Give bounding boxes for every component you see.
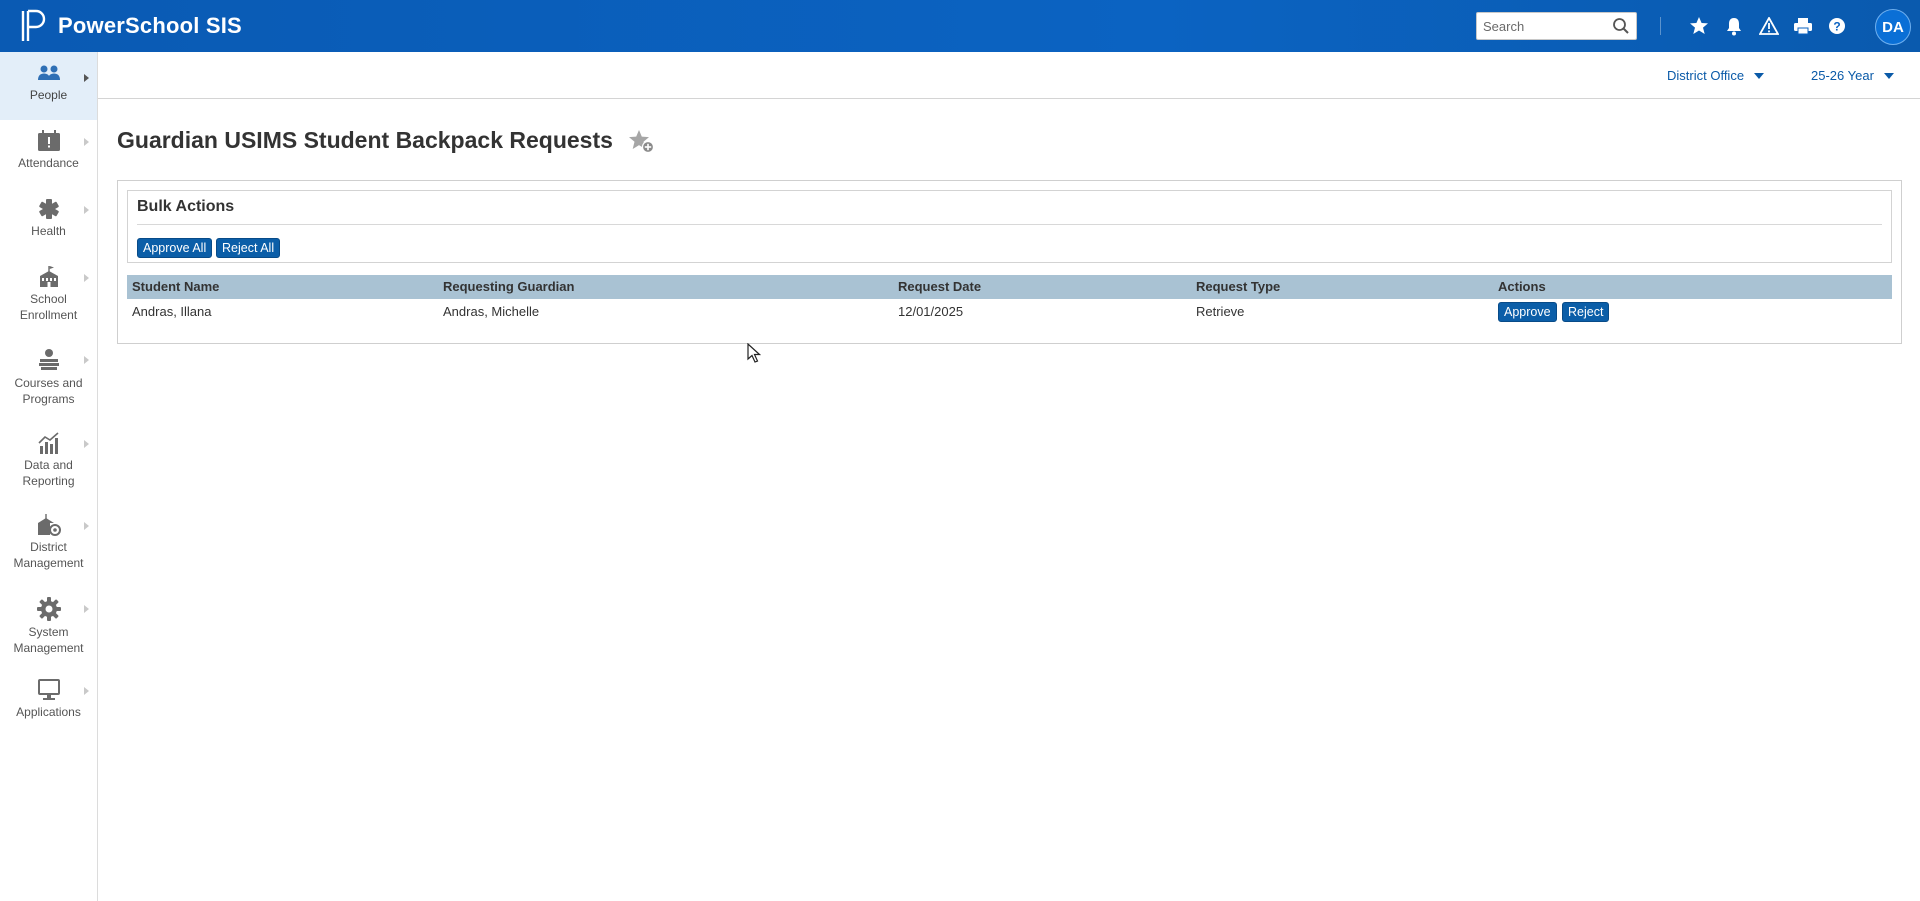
- courses-icon: [38, 349, 59, 370]
- approve-button[interactable]: Approve: [1498, 302, 1557, 322]
- column-header-request-date[interactable]: Request Date: [898, 279, 981, 294]
- column-header-request-type[interactable]: Request Type: [1196, 279, 1280, 294]
- nav-item-system-management[interactable]: System Management: [0, 597, 97, 656]
- bulk-actions-title: Bulk Actions: [137, 198, 235, 215]
- caret-down-icon: [1754, 72, 1765, 79]
- term-selector-label: 25-26 Year: [1811, 68, 1874, 83]
- table-header: Student Name Requesting Guardian Request…: [127, 275, 1892, 299]
- divider: [137, 224, 1882, 225]
- nav-item-applications[interactable]: Applications: [0, 679, 97, 720]
- nav-label-data-reporting: Data and Reporting: [22, 458, 75, 488]
- reject-button[interactable]: Reject: [1562, 302, 1610, 322]
- bulk-actions-box: Bulk Actions Approve All Reject All: [127, 190, 1892, 263]
- column-header-student-name[interactable]: Student Name: [132, 279, 219, 294]
- people-icon: [37, 65, 60, 80]
- chevron-right-icon: [84, 274, 89, 282]
- help-icon[interactable]: ?: [1826, 15, 1848, 37]
- chevron-right-icon: [84, 687, 89, 695]
- nav-item-school-enrollment[interactable]: School Enrollment: [0, 266, 97, 323]
- chevron-right-icon: [84, 440, 89, 448]
- chevron-right-icon: [84, 74, 89, 82]
- cell-requesting-guardian: Andras, Michelle: [443, 304, 540, 319]
- page-title: Guardian USIMS Student Backpack Requests: [117, 127, 613, 153]
- header-divider: [1660, 17, 1661, 35]
- chart-icon: [37, 432, 59, 454]
- nav-label-courses-programs: Courses and Programs: [14, 376, 83, 406]
- school-selector-label: District Office: [1667, 68, 1745, 83]
- attendance-icon: [37, 130, 60, 151]
- monitor-icon: [37, 679, 60, 700]
- powerschool-logo-icon: [21, 9, 46, 41]
- user-avatar[interactable]: DA: [1875, 9, 1911, 45]
- bell-notifications-icon[interactable]: [1723, 15, 1745, 37]
- alert-warning-icon[interactable]: [1758, 15, 1780, 37]
- health-icon: [38, 199, 59, 219]
- chevron-right-icon: [84, 356, 89, 364]
- settings-gear-icon: [36, 597, 61, 621]
- star-favorites-icon[interactable]: [1688, 15, 1710, 37]
- app-logo[interactable]: PowerSchool SIS: [20, 9, 242, 43]
- reject-all-button[interactable]: Reject All: [216, 238, 281, 258]
- chevron-right-icon: [84, 522, 89, 530]
- nav-item-health[interactable]: Health: [0, 198, 97, 239]
- svg-text:?: ?: [1833, 20, 1840, 34]
- nav-item-data-reporting[interactable]: Data and Reporting: [0, 432, 97, 489]
- app-title: PowerSchool SIS: [58, 13, 242, 38]
- nav-item-attendance[interactable]: Attendance: [0, 130, 97, 171]
- school-selector[interactable]: District Office: [1667, 68, 1765, 83]
- left-navigation: People Attendance Health School Enrollme…: [0, 52, 98, 901]
- nav-label-school-enrollment: School Enrollment: [19, 292, 78, 322]
- cell-request-date: 12/01/2025: [898, 304, 964, 319]
- nav-label-system-management: System Management: [13, 625, 84, 655]
- approve-all-button[interactable]: Approve All: [137, 238, 213, 258]
- cell-request-type: Retrieve: [1196, 304, 1245, 319]
- school-building-icon: [39, 266, 58, 287]
- nav-label-people: People: [29, 88, 68, 102]
- nav-item-people[interactable]: People: [0, 52, 97, 120]
- search-field[interactable]: [1476, 12, 1637, 40]
- search-input[interactable]: [1477, 13, 1608, 39]
- nav-label-district-management: District Management: [13, 540, 84, 570]
- nav-label-attendance: Attendance: [18, 156, 79, 170]
- requests-panel: Bulk Actions Approve All Reject All Stud…: [117, 180, 1902, 344]
- search-icon[interactable]: [1612, 17, 1630, 40]
- caret-down-icon: [1883, 72, 1894, 79]
- nav-item-district-management[interactable]: District Management: [0, 514, 97, 571]
- district-gear-icon: [37, 514, 61, 536]
- column-header-actions: Actions: [1498, 279, 1546, 294]
- chevron-right-icon: [84, 138, 89, 146]
- add-favorite-star-icon[interactable]: [628, 129, 656, 160]
- chevron-right-icon: [84, 206, 89, 214]
- term-selector[interactable]: 25-26 Year: [1811, 68, 1894, 83]
- column-header-requesting-guardian[interactable]: Requesting Guardian: [443, 279, 574, 294]
- top-header: PowerSchool SIS ? DA: [0, 0, 1920, 52]
- cell-student-name: Andras, Illana: [132, 304, 212, 319]
- nav-item-courses-programs[interactable]: Courses and Programs: [0, 348, 97, 407]
- chevron-right-icon: [84, 605, 89, 613]
- context-bar: District Office 25-26 Year: [98, 52, 1920, 99]
- printer-icon[interactable]: [1792, 15, 1814, 37]
- nav-label-health: Health: [31, 224, 66, 238]
- nav-label-applications: Applications: [16, 705, 81, 719]
- mouse-cursor-icon: [747, 342, 762, 368]
